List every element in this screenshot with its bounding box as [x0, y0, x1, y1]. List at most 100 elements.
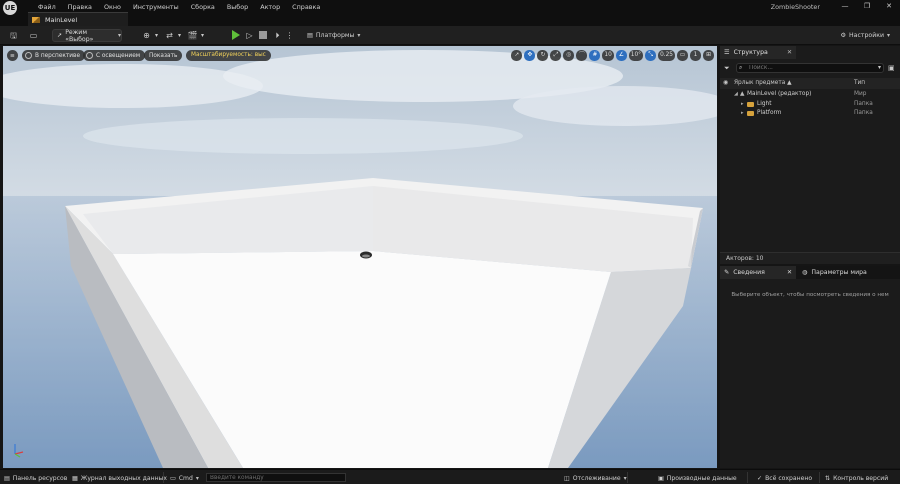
show-button[interactable]: Показать: [144, 50, 183, 61]
menu-actor[interactable]: Актор: [254, 2, 286, 12]
stop-button[interactable]: [259, 31, 267, 39]
skip-icon[interactable]: ▷: [244, 30, 255, 41]
column-type[interactable]: Тип: [854, 80, 865, 86]
eject-icon[interactable]: ⏵: [272, 30, 283, 41]
scale-snap-value[interactable]: 0.25: [658, 50, 675, 61]
grid-snap-icon[interactable]: #: [589, 50, 601, 61]
more-options-icon[interactable]: ⋮: [284, 30, 295, 41]
scale-snap-icon[interactable]: ⤡: [645, 50, 657, 61]
status-bar: ▤ Панель ресурсов ▦ Журнал выходных данн…: [0, 469, 900, 484]
chevron-down-icon: ▾: [357, 32, 361, 39]
save-icon[interactable]: 🖫: [8, 30, 19, 41]
outliner-panel: ☰ Структура ✕ ⏷ ⌕ ▾ ▣ ◉ Ярлык предмета ▲…: [720, 46, 900, 252]
content-folder-icon[interactable]: ▭: [28, 30, 39, 41]
tree-row-platform[interactable]: ▸ Platform Папка: [720, 109, 900, 118]
visibility-eye-icon[interactable]: ◉: [723, 79, 728, 86]
source-control-label: Контроль версий: [833, 474, 889, 482]
trace-label: Отслеживание: [572, 474, 621, 482]
rotation-snap-icon[interactable]: ∠: [615, 50, 627, 61]
folder-icon: [747, 111, 754, 116]
lit-icon: [86, 52, 93, 59]
minimize-button[interactable]: —: [834, 0, 856, 12]
camera-speed-icon[interactable]: ▭: [677, 50, 688, 61]
menu-bar: Файл Правка Окно Инструменты Сборка Выбо…: [32, 2, 326, 12]
rotate-icon[interactable]: ↻: [537, 50, 549, 61]
derived-data-button[interactable]: ▣ Производные данные: [658, 473, 737, 483]
platforms-button[interactable]: ▤ Платформы ▾: [307, 29, 360, 42]
camera-speed-value[interactable]: 1: [690, 50, 701, 61]
filter-icon[interactable]: ⏷: [724, 64, 730, 73]
tree-row-type: Папка: [854, 110, 873, 116]
cmd-dropdown[interactable]: ▭ Cmd ▾: [170, 473, 199, 483]
trace-button[interactable]: ◫ Отслеживание ▾: [564, 473, 627, 483]
menu-file[interactable]: Файл: [32, 2, 62, 12]
level-tab-label: MainLevel: [45, 15, 78, 24]
cmd-label: Cmd: [178, 474, 193, 482]
tree-row-mainlevel[interactable]: ◢ ▲ MainLevel (редактор) Мир: [720, 90, 900, 99]
menu-help[interactable]: Справка: [286, 2, 326, 12]
content-browser-icon: ▤: [4, 474, 10, 482]
menu-window[interactable]: Окно: [98, 2, 127, 12]
surface-snap-icon[interactable]: ⌒: [576, 50, 588, 61]
chevron-down-icon: ▾: [117, 32, 121, 39]
rotation-snap-value[interactable]: 10°: [628, 50, 644, 61]
output-log-button[interactable]: ▦ Журнал выходных данных: [72, 473, 167, 483]
outliner-tab[interactable]: ☰ Структура ✕: [720, 46, 796, 59]
close-icon[interactable]: ✕: [787, 269, 792, 276]
expand-arrow-icon[interactable]: ▸: [741, 101, 744, 107]
chevron-down-icon[interactable]: ▾: [197, 30, 208, 41]
maximize-button[interactable]: ❐: [856, 0, 878, 12]
level-tab[interactable]: MainLevel: [28, 12, 128, 26]
tab-world-label: Параметры мира: [811, 269, 867, 276]
scale-icon[interactable]: ⤢: [550, 50, 562, 61]
outliner-search-input[interactable]: [736, 63, 884, 73]
lit-label: С освещением: [96, 52, 141, 59]
chevron-down-icon[interactable]: ▾: [151, 30, 162, 41]
expand-arrow-icon[interactable]: ◢: [734, 91, 738, 97]
column-item-label[interactable]: Ярлык предмета ▲: [734, 80, 792, 86]
tree-row-label: Platform: [757, 110, 782, 116]
output-log-icon: ▦: [72, 474, 78, 482]
mode-select-button[interactable]: ➚ Режим «Выбор» ▾: [52, 29, 122, 43]
select-mode-icon[interactable]: ➚: [511, 50, 523, 61]
world-space-icon[interactable]: ◎: [563, 50, 575, 61]
chevron-down-icon[interactable]: ▾: [878, 64, 881, 71]
grid-snap-value[interactable]: 10: [602, 50, 614, 61]
source-control-button[interactable]: ⇅ Контроль версий: [825, 473, 888, 483]
save-all-button[interactable]: ✓ Всё сохранено: [757, 473, 812, 483]
content-browser-button[interactable]: ▤ Панель ресурсов: [4, 473, 67, 483]
lit-mode-button[interactable]: С освещением: [83, 50, 146, 61]
close-button[interactable]: ✕: [878, 0, 900, 12]
translate-icon[interactable]: ✥: [524, 50, 536, 61]
level-icon: [32, 16, 40, 23]
perspective-label: В перспективе: [35, 52, 81, 59]
details-icon: ✎: [724, 269, 730, 276]
menu-build[interactable]: Сборка: [185, 2, 221, 12]
scalability-warning[interactable]: Масштабируемость: выс: [186, 50, 271, 61]
settings-button[interactable]: ⚙ Настройки ▾: [840, 29, 890, 42]
console-command-input[interactable]: [206, 473, 346, 482]
perspective-button[interactable]: В перспективе: [22, 50, 86, 61]
tab-world-settings[interactable]: ◍ Параметры мира: [798, 266, 898, 279]
tree-row-label: MainLevel (редактор): [747, 91, 812, 97]
window-controls: — ❐ ✕: [834, 0, 900, 12]
show-label: Показать: [149, 52, 178, 59]
scene-render: [3, 46, 717, 468]
menu-select[interactable]: Выбор: [221, 2, 254, 12]
close-icon[interactable]: ✕: [787, 49, 792, 56]
new-folder-icon[interactable]: ▣: [888, 64, 895, 72]
play-button[interactable]: [232, 30, 240, 40]
expand-arrow-icon[interactable]: ▸: [741, 110, 744, 116]
unreal-logo-icon[interactable]: UE: [3, 1, 17, 15]
cursor-icon: ➚: [57, 32, 63, 39]
globe-icon: ◍: [802, 269, 808, 276]
maximize-viewport-icon[interactable]: ⊞: [703, 50, 714, 61]
chevron-down-icon[interactable]: ▾: [174, 30, 185, 41]
menu-tools[interactable]: Инструменты: [127, 2, 185, 12]
tab-details[interactable]: ✎ Сведения ✕: [720, 266, 796, 279]
viewport-menu-button[interactable]: ≡: [7, 50, 18, 61]
tree-row-light[interactable]: ▸ Light Папка: [720, 100, 900, 109]
menu-edit[interactable]: Правка: [62, 2, 98, 12]
level-viewport[interactable]: ≡ В перспективе С освещением Показать Ма…: [3, 46, 717, 468]
output-log-label: Журнал выходных данных: [80, 474, 167, 482]
